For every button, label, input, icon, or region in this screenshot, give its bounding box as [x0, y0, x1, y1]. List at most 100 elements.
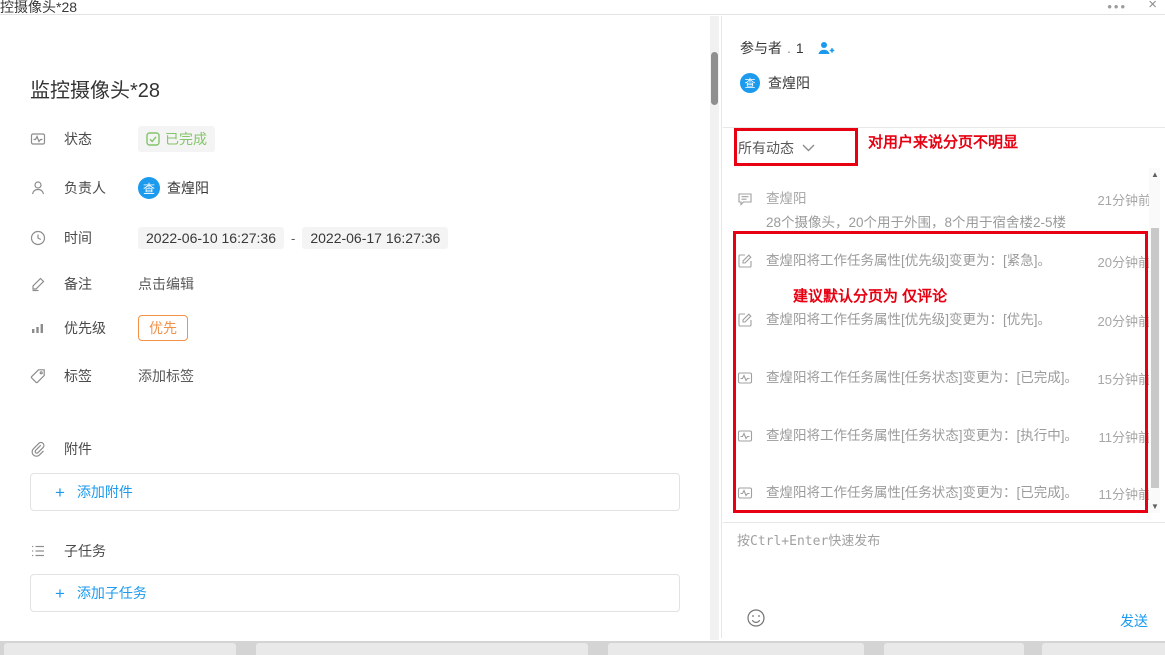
background-board-column — [1042, 643, 1165, 655]
activity-item-comment: 查煌阳 21分钟前 — [737, 190, 1151, 209]
activity-item: 查煌阳将工作任务属性[任务状态]变更为：[执行中]。 11分钟前 — [737, 427, 1151, 446]
field-note: 备注 点击编辑 — [0, 272, 194, 296]
edit-icon — [737, 312, 753, 328]
add-tag-placeholder[interactable]: 添加标签 — [138, 366, 194, 386]
annotation-note-1: 对用户来说分页不明显 — [868, 134, 1019, 151]
status-badge[interactable]: 已完成 — [138, 126, 215, 152]
status-change-icon — [737, 485, 753, 501]
attachments-label: 附件 — [64, 441, 92, 457]
participants-label: 参与者 — [740, 40, 782, 56]
window-title: 控摄像头*28 — [0, 0, 78, 15]
end-time-badge[interactable]: 2022-06-17 16:27:36 — [302, 227, 449, 249]
annotation-note-2: 建议默认分页为 仅评论 — [793, 288, 948, 305]
activity-panel: 参与者 . 1 查 查煌阳 所有动态 查煌阳 21分钟前 28个摄像头，20个用… — [723, 16, 1165, 641]
left-panel-scrollbar-track — [710, 16, 719, 640]
activity-time: 20分钟前 — [1097, 314, 1151, 329]
participants-separator: . — [787, 40, 791, 56]
composer-divider — [723, 522, 1165, 523]
activity-comment-content: 28个摄像头，20个用于外围，8个用于宿舍楼2-5楼 — [766, 215, 1067, 230]
activity-text: 查煌阳将工作任务属性[优先级]变更为：[紧急]。 — [766, 253, 1052, 268]
activity-filter-value: 所有动态 — [738, 140, 794, 156]
subtasks-label: 子任务 — [64, 543, 106, 559]
scroll-up-arrow-icon[interactable]: ▲ — [1150, 171, 1160, 179]
participant-item[interactable]: 查 查煌阳 — [740, 73, 810, 93]
activity-text: 查煌阳将工作任务属性[任务状态]变更为：[执行中]。 — [766, 428, 1079, 443]
activity-scrollbar-thumb[interactable] — [1151, 228, 1159, 488]
activity-time: 11分钟前 — [1098, 487, 1152, 502]
background-board-column — [4, 643, 236, 655]
activity-text: 查煌阳将工作任务属性[任务状态]变更为：[已完成]。 — [766, 370, 1079, 385]
subtasks-header: 子任务 — [0, 539, 106, 563]
activity-time: 15分钟前 — [1097, 372, 1151, 387]
emoji-icon[interactable] — [746, 608, 766, 628]
activity-author: 查煌阳 — [766, 191, 807, 206]
tag-icon — [30, 368, 46, 384]
add-participant-icon[interactable] — [817, 40, 835, 56]
assignee-name: 查煌阳 — [167, 180, 209, 196]
task-detail-panel: 监控摄像头*28 状态 已完成 负责人 查 查煌阳 时间 2022-06-10 … — [0, 16, 708, 641]
activity-time: 21分钟前 — [1097, 193, 1151, 208]
field-priority: 优先级 优先 — [0, 315, 188, 341]
attachments-header: 附件 — [0, 437, 92, 461]
activity-item: 查煌阳将工作任务属性[优先级]变更为：[紧急]。 20分钟前 — [737, 252, 1151, 271]
plus-icon: + — [55, 482, 65, 502]
activity-item: 查煌阳将工作任务属性[任务状态]变更为：[已完成]。 11分钟前 — [737, 484, 1151, 503]
status-value: 已完成 — [165, 131, 207, 147]
paperclip-icon — [30, 441, 46, 457]
status-icon — [30, 131, 46, 147]
add-attachment-button[interactable]: + 添加附件 — [30, 473, 680, 511]
field-label: 优先级 — [64, 320, 106, 336]
task-title[interactable]: 监控摄像头*28 — [30, 74, 160, 103]
background-board-column — [884, 643, 1024, 655]
assignee-value[interactable]: 查 查煌阳 — [138, 177, 209, 199]
clock-icon — [30, 230, 46, 246]
comment-input[interactable]: 按Ctrl+Enter快速发布 — [737, 530, 1147, 600]
chevron-down-icon — [802, 144, 815, 152]
field-status: 状态 已完成 — [0, 126, 215, 152]
list-icon — [30, 543, 46, 559]
window-header: 控摄像头*28 ••• × — [0, 0, 1165, 15]
participant-avatar: 查 — [740, 73, 760, 93]
field-label: 标签 — [64, 368, 92, 384]
assignee-avatar: 查 — [138, 177, 160, 199]
status-change-icon — [737, 428, 753, 444]
background-board-column — [256, 643, 588, 655]
field-label: 负责人 — [64, 180, 106, 196]
activity-item: 查煌阳将工作任务属性[优先级]变更为：[优先]。 20分钟前 — [737, 311, 1151, 330]
feed-divider — [723, 127, 1165, 128]
activity-text: 查煌阳将工作任务属性[优先级]变更为：[优先]。 — [766, 312, 1052, 327]
field-label: 备注 — [64, 276, 92, 292]
close-icon[interactable]: × — [1148, 0, 1157, 13]
start-time-badge[interactable]: 2022-06-10 16:27:36 — [138, 227, 284, 249]
status-change-icon — [737, 370, 753, 386]
activity-text: 查煌阳将工作任务属性[任务状态]变更为：[已完成]。 — [766, 485, 1079, 500]
background-board-strip — [0, 641, 1165, 655]
participant-name: 查煌阳 — [768, 75, 810, 91]
background-board-column — [608, 643, 864, 655]
add-attachment-label: 添加附件 — [76, 484, 133, 500]
activity-time: 20分钟前 — [1097, 255, 1151, 270]
send-button[interactable]: 发送 — [1120, 611, 1148, 631]
scroll-down-arrow-icon[interactable]: ▼ — [1150, 503, 1160, 511]
activity-filter-dropdown[interactable]: 所有动态 — [738, 138, 815, 158]
priority-badge[interactable]: 优先 — [138, 315, 188, 341]
field-tags: 标签 添加标签 — [0, 364, 194, 388]
field-label: 状态 — [64, 131, 92, 147]
time-separator: - — [291, 230, 296, 246]
note-edit-placeholder[interactable]: 点击编辑 — [138, 274, 194, 294]
field-assignee: 负责人 查 查煌阳 — [0, 176, 209, 200]
priority-bars-icon — [30, 320, 46, 336]
activity-time: 11分钟前 — [1098, 430, 1152, 445]
plus-icon: + — [55, 583, 65, 603]
left-panel-scrollbar-thumb[interactable] — [711, 52, 718, 105]
panel-divider — [721, 16, 722, 638]
activity-item: 查煌阳将工作任务属性[任务状态]变更为：[已完成]。 15分钟前 — [737, 369, 1151, 388]
field-label: 时间 — [64, 230, 92, 246]
add-subtask-button[interactable]: + 添加子任务 — [30, 574, 680, 612]
field-time: 时间 2022-06-10 16:27:36 - 2022-06-17 16:2… — [0, 226, 449, 250]
participants-count: 1 — [795, 40, 804, 56]
edit-icon — [737, 253, 753, 269]
comment-icon — [737, 191, 753, 207]
add-subtask-label: 添加子任务 — [76, 585, 147, 601]
more-options-icon[interactable]: ••• — [1107, 0, 1127, 14]
